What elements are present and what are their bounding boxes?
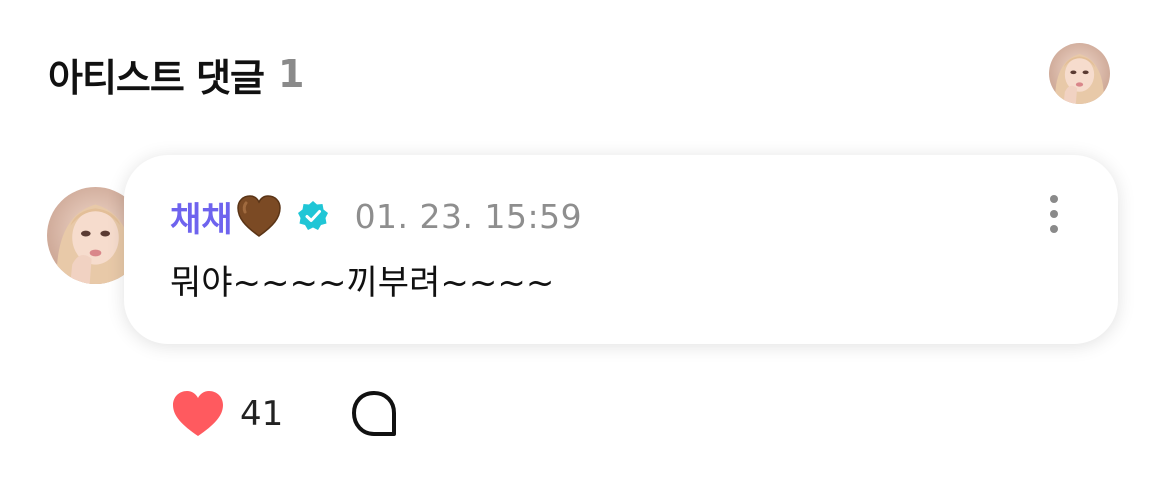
- comment-body: 뭐야~~~~끼부려~~~~: [170, 263, 555, 303]
- author-name[interactable]: 채채: [170, 192, 233, 241]
- header-avatar[interactable]: [1049, 43, 1110, 104]
- comment-count: 1: [278, 52, 304, 96]
- comment-actions: 41: [170, 386, 399, 442]
- comment-card: 채채 01. 23. 15:59 뭐야~~~~끼부려~~~~: [124, 155, 1118, 344]
- like-count: 41: [240, 394, 284, 434]
- section-header: 아티스트 댓글 1: [48, 44, 304, 104]
- artist-comments-panel: 아티스트 댓글 1 채채 01. 23. 15:59 뭐야~~~~끼부려~~~~…: [0, 0, 1170, 496]
- brown-heart-icon: [236, 195, 281, 237]
- more-vertical-icon[interactable]: [1042, 193, 1066, 235]
- comment-timestamp: 01. 23. 15:59: [354, 196, 583, 236]
- section-title: 아티스트 댓글: [48, 55, 265, 100]
- speech-bubble-icon[interactable]: [349, 389, 399, 439]
- heart-icon: [173, 391, 223, 436]
- comment-meta: 채채 01. 23. 15:59: [170, 191, 582, 241]
- avatar-photo: [1049, 43, 1110, 104]
- like-button[interactable]: 41: [170, 389, 283, 439]
- verified-badge-icon: [297, 201, 328, 230]
